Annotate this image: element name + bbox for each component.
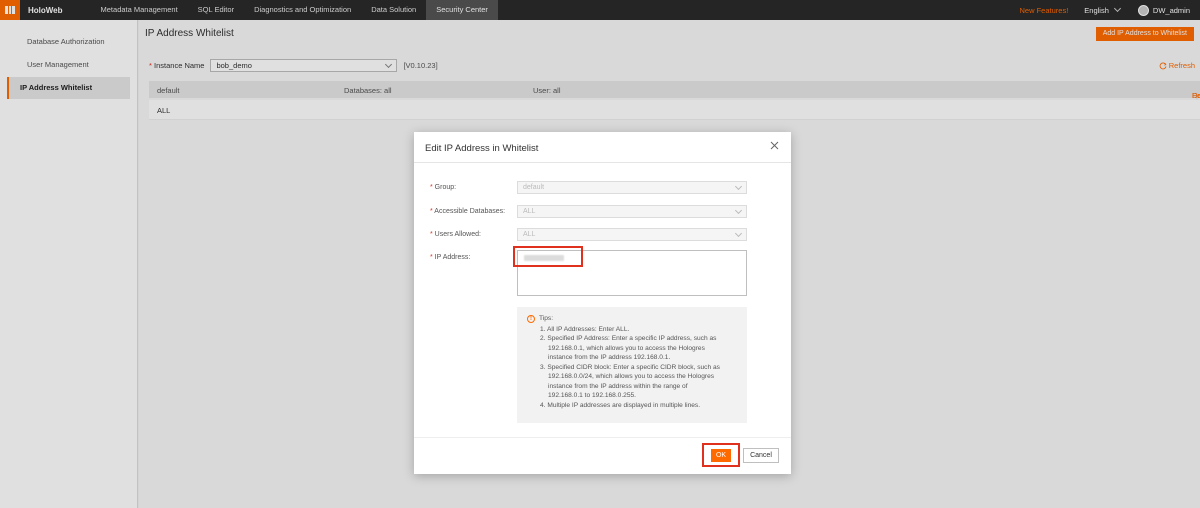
tips-panel: ! Tips: 1. All IP Addresses: Enter ALL. … [517, 307, 747, 423]
users-label-text: Users Allowed: [434, 231, 481, 238]
chevron-down-icon [734, 182, 743, 190]
dialog-title: Edit IP Address in Whitelist [425, 143, 539, 154]
databases-select: ALL [517, 205, 747, 218]
tip-line: 4. Multiple IP addresses are displayed i… [540, 401, 701, 409]
tip-line: instance from the IP address 192.168.0.1… [548, 354, 671, 362]
ip-highlight-box [513, 246, 583, 267]
group-value: default [523, 184, 545, 191]
tip-line: 3. Specified CIDR block: Enter a specifi… [540, 363, 720, 371]
users-select: ALL [517, 228, 747, 241]
ok-highlight-box [702, 443, 740, 467]
users-label: * Users Allowed: [430, 231, 481, 238]
close-icon[interactable] [770, 141, 779, 150]
chevron-down-icon [734, 206, 743, 214]
tip-line: 192.168.0.0/24, which allows you to acce… [548, 373, 715, 381]
databases-value: ALL [523, 208, 536, 215]
chevron-down-icon [734, 229, 743, 237]
tip-line: 192.168.0.1, which allows you to access … [548, 344, 705, 352]
tip-line: 2. Specified IP Address: Enter a specifi… [540, 335, 717, 343]
group-label-text: Group: [434, 184, 457, 191]
divider [414, 437, 791, 438]
divider [414, 162, 791, 163]
databases-label-text: Accessible Databases: [434, 208, 506, 215]
ip-label: * IP Address: [430, 254, 471, 261]
tip-line: instance from the IP address within the … [548, 382, 688, 390]
group-label: * Group: [430, 184, 457, 191]
ip-label-text: IP Address: [434, 254, 471, 261]
tip-line: 192.168.0.1 to 192.168.0.255. [548, 392, 636, 400]
users-value: ALL [523, 231, 536, 238]
tip-line: 1. All IP Addresses: Enter ALL. [540, 325, 630, 333]
tips-title: Tips: [539, 315, 554, 322]
edit-ip-dialog: Edit IP Address in Whitelist * Group: de… [414, 132, 791, 474]
databases-label: * Accessible Databases: [430, 208, 506, 215]
group-select: default [517, 181, 747, 194]
cancel-button[interactable]: Cancel [743, 448, 779, 463]
info-icon: ! [527, 314, 535, 323]
